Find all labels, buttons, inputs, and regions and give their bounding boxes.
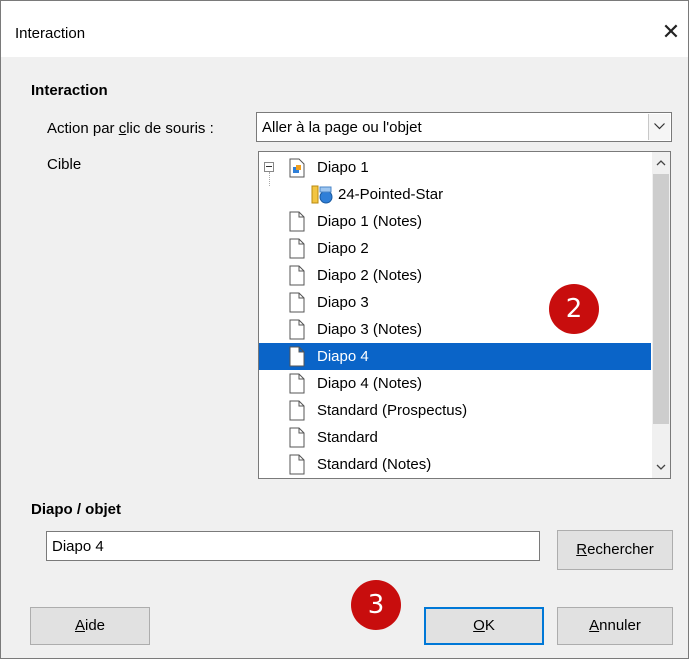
tree-item-diapo-1[interactable]: Diapo 1 xyxy=(259,154,651,186)
page-icon xyxy=(289,265,305,290)
shape-object-icon xyxy=(311,185,333,209)
annotation-badge-3: 3 xyxy=(351,580,401,630)
ok-button[interactable]: OK xyxy=(424,607,544,645)
tree-scrollbar[interactable] xyxy=(652,152,670,478)
title-bar: Interaction ✕ xyxy=(1,1,688,57)
window-title: Interaction xyxy=(15,25,86,42)
page-icon xyxy=(289,427,305,452)
close-icon[interactable]: ✕ xyxy=(656,15,686,49)
tree-item-label: Diapo 2 xyxy=(317,240,369,257)
chevron-down-icon[interactable] xyxy=(648,114,670,140)
scroll-down-icon[interactable] xyxy=(652,458,670,476)
help-button[interactable]: Aide xyxy=(30,607,150,645)
action-dropdown[interactable]: Aller à la page ou l'objet xyxy=(256,112,672,142)
page-icon xyxy=(289,211,305,236)
tree-item-label: Diapo 3 (Notes) xyxy=(317,321,423,338)
object-input[interactable] xyxy=(47,532,539,560)
search-button[interactable]: Rechercher xyxy=(557,530,673,570)
object-field[interactable] xyxy=(46,531,540,561)
page-icon xyxy=(289,454,305,478)
tree-item-standard-prospectus[interactable]: Standard (Prospectus) xyxy=(259,397,651,424)
tree-item-label: Diapo 4 xyxy=(317,348,369,365)
tree-item-diapo-2-notes[interactable]: Diapo 2 (Notes) xyxy=(259,262,651,289)
tree-item-label: 24-Pointed-Star xyxy=(338,186,444,203)
tree-item-diapo-1-notes[interactable]: Diapo 1 (Notes) xyxy=(259,208,651,235)
tree-item-diapo-4[interactable]: Diapo 4 xyxy=(259,343,651,370)
scroll-up-icon[interactable] xyxy=(652,154,670,172)
tree-item-label: Standard xyxy=(317,429,378,446)
page-icon xyxy=(289,373,305,398)
action-label: Action par clic de souris : xyxy=(47,120,214,137)
page-icon xyxy=(289,319,305,344)
tree-item-label: Diapo 4 (Notes) xyxy=(317,375,423,392)
tree-item-label: Standard (Prospectus) xyxy=(317,402,468,419)
tree-item-24-pointed-star[interactable]: 24-Pointed-Star xyxy=(259,181,651,208)
tree-item-label: Standard (Notes) xyxy=(317,456,432,473)
object-heading: Diapo / objet xyxy=(31,501,121,518)
tree-item-label: Diapo 1 (Notes) xyxy=(317,213,423,230)
page-icon xyxy=(289,238,305,263)
action-dropdown-value: Aller à la page ou l'objet xyxy=(262,119,422,136)
tree-item-standard[interactable]: Standard xyxy=(259,424,651,451)
cancel-button[interactable]: Annuler xyxy=(557,607,673,645)
slide-icon xyxy=(289,158,305,182)
page-icon xyxy=(289,292,305,317)
page-icon xyxy=(289,400,305,425)
tree-item-label: Diapo 1 xyxy=(317,159,369,176)
target-label: Cible xyxy=(47,156,82,173)
page-icon xyxy=(289,346,305,371)
tree-item-label: Diapo 2 (Notes) xyxy=(317,267,423,284)
tree-item-diapo-4-notes[interactable]: Diapo 4 (Notes) xyxy=(259,370,651,397)
tree-item-label: Diapo 3 xyxy=(317,294,369,311)
interaction-heading: Interaction xyxy=(31,82,108,99)
scrollbar-thumb[interactable] xyxy=(653,174,669,424)
interaction-dialog: Interaction ✕ Interaction Action par cli… xyxy=(0,0,689,659)
tree-item-diapo-2[interactable]: Diapo 2 xyxy=(259,235,651,262)
collapse-icon[interactable] xyxy=(264,162,274,172)
target-tree[interactable]: Diapo 1 24-Pointed-Star Diapo 1 (Notes) … xyxy=(258,151,671,479)
annotation-badge-2: 2 xyxy=(549,284,599,334)
tree-item-standard-notes[interactable]: Standard (Notes) xyxy=(259,451,651,478)
